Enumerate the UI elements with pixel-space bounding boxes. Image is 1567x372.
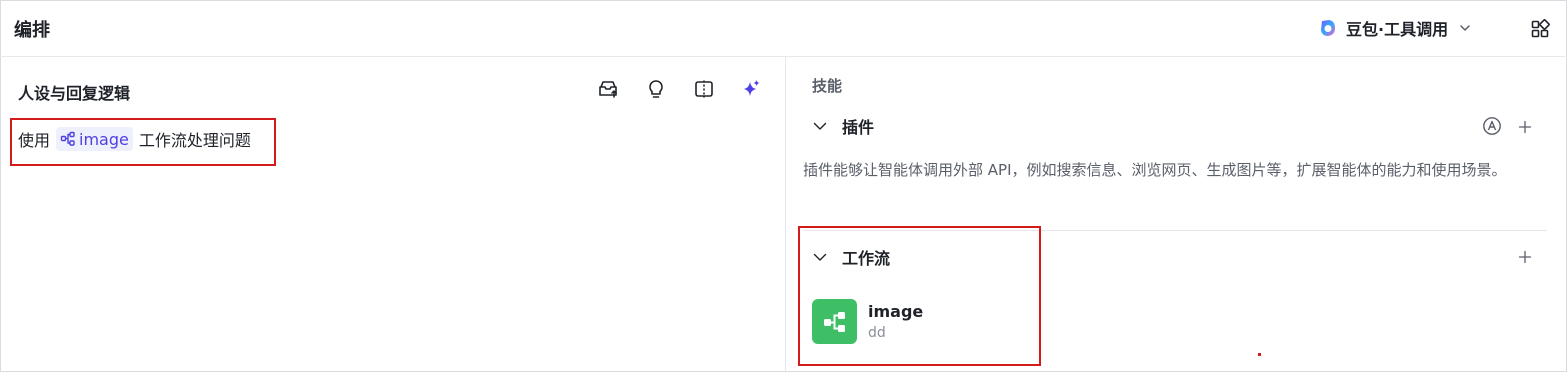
add-plugin-icon[interactable]	[1517, 119, 1533, 135]
highlight-box-workflows	[798, 226, 1041, 366]
page-title: 编排	[14, 20, 50, 41]
template-import-icon[interactable]	[597, 78, 619, 100]
plugins-group-toggle[interactable]: 插件	[812, 114, 874, 138]
sparkle-icon[interactable]	[740, 78, 762, 100]
doubao-logo-icon	[1321, 20, 1335, 36]
plugins-description: 插件能够让智能体调用外部 API，例如搜索信息、浏览网页、生成图片等，扩展智能体…	[803, 161, 1507, 179]
chevron-down-icon	[813, 122, 827, 130]
add-workflow-icon[interactable]	[1517, 249, 1533, 265]
bulb-icon[interactable]	[645, 78, 667, 100]
highlight-box-prompt	[10, 118, 276, 166]
model-label: 豆包·工具调用	[1346, 20, 1449, 39]
compare-icon[interactable]	[693, 78, 715, 100]
model-selector[interactable]: 豆包·工具调用	[1318, 16, 1472, 40]
chevron-down-icon	[1460, 25, 1470, 31]
persona-title: 人设与回复逻辑	[18, 84, 131, 103]
auto-call-icon[interactable]	[1482, 116, 1502, 136]
skills-section-label: 技能	[812, 77, 843, 95]
persona-panel: 人设与回复逻辑 使用 image 工作流处理问题	[0, 57, 786, 371]
grid-apps-icon[interactable]	[1530, 19, 1550, 39]
header-bar: 编排 豆包·工具调用	[0, 0, 1565, 57]
annotation-dot	[1258, 353, 1261, 356]
plugins-label: 插件	[842, 118, 875, 137]
